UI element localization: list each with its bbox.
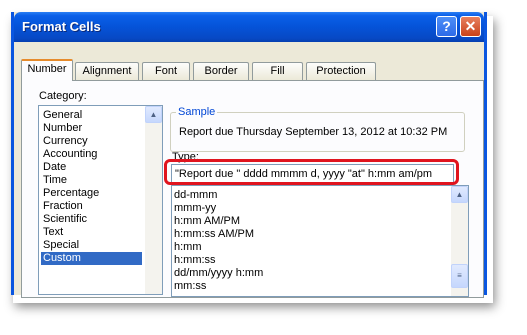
- red-highlight-box: [164, 159, 459, 185]
- help-button[interactable]: ?: [436, 16, 457, 37]
- category-item-special[interactable]: Special: [41, 239, 142, 252]
- format-item[interactable]: mm:ss: [174, 280, 206, 293]
- format-item[interactable]: dd/mm/yyyy h:mm: [174, 267, 263, 280]
- category-item-date[interactable]: Date: [41, 161, 142, 174]
- close-button[interactable]: ✕: [460, 16, 481, 37]
- category-item-currency[interactable]: Currency: [41, 135, 142, 148]
- format-item[interactable]: mmm-yy: [174, 202, 216, 215]
- category-list[interactable]: General Number Currency Accounting Date …: [38, 105, 163, 295]
- category-scrollbar[interactable]: ▲: [145, 106, 162, 294]
- format-item[interactable]: dd-mmm: [174, 189, 217, 202]
- tab-border[interactable]: Border: [193, 62, 249, 80]
- category-item-scientific[interactable]: Scientific: [41, 213, 142, 226]
- tab-font[interactable]: Font: [142, 62, 190, 80]
- scroll-thumb[interactable]: ≡: [451, 264, 468, 288]
- category-item-time[interactable]: Time: [41, 174, 142, 187]
- window-title: Format Cells: [22, 19, 101, 34]
- category-item-general[interactable]: General: [41, 109, 142, 122]
- format-item[interactable]: h:mm:ss AM/PM: [174, 228, 254, 241]
- category-item-fraction[interactable]: Fraction: [41, 200, 142, 213]
- scroll-up-icon[interactable]: ▲: [145, 106, 162, 123]
- sample-label: Sample: [176, 106, 218, 118]
- category-item-custom[interactable]: Custom: [41, 252, 142, 265]
- category-item-accounting[interactable]: Accounting: [41, 148, 142, 161]
- format-item[interactable]: h:mm: [174, 241, 202, 254]
- category-item-text[interactable]: Text: [41, 226, 142, 239]
- format-item[interactable]: h:mm:ss: [174, 254, 216, 267]
- category-label: Category:: [39, 90, 87, 102]
- tab-alignment[interactable]: Alignment: [75, 62, 139, 80]
- type-scrollbar[interactable]: ▲ ≡: [451, 186, 468, 296]
- type-format-list[interactable]: dd-mmm mmm-yy h:mm AM/PM h:mm:ss AM/PM h…: [171, 185, 469, 297]
- tab-fill[interactable]: Fill: [252, 62, 303, 80]
- sample-value: Report due Thursday September 13, 2012 a…: [179, 126, 448, 138]
- format-item[interactable]: h:mm AM/PM: [174, 215, 240, 228]
- category-item-percentage[interactable]: Percentage: [41, 187, 142, 200]
- tab-protection[interactable]: Protection: [306, 62, 376, 80]
- title-bar[interactable]: Format Cells ? ✕: [14, 12, 484, 42]
- tab-number[interactable]: Number: [21, 59, 73, 81]
- scroll-up-icon[interactable]: ▲: [451, 186, 468, 203]
- category-item-number[interactable]: Number: [41, 122, 142, 135]
